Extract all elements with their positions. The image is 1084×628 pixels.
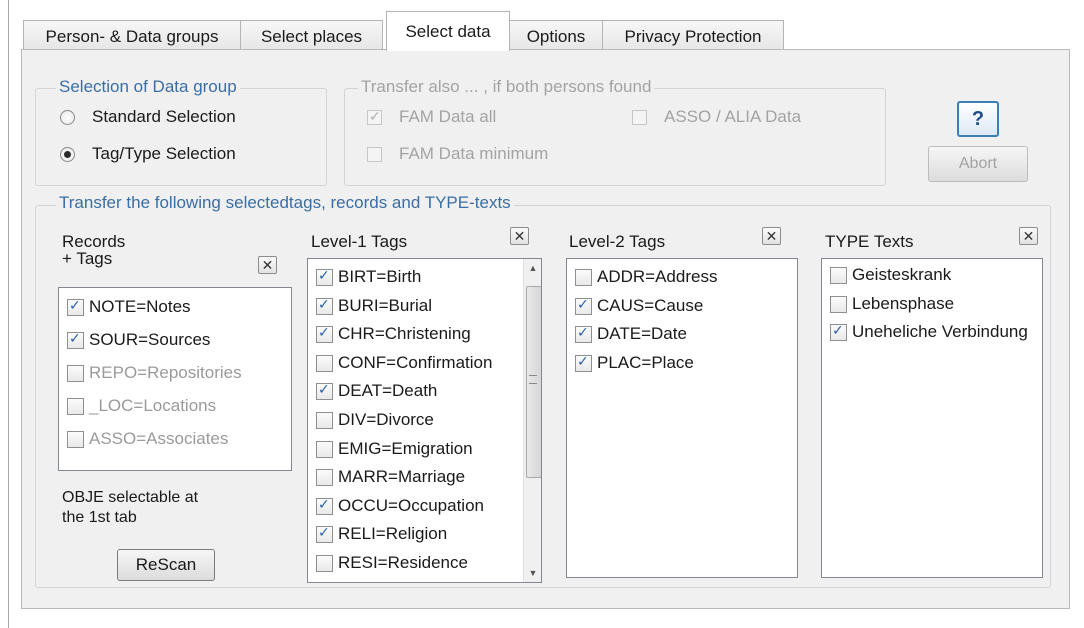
- list-item-label: Lebensphase: [852, 293, 955, 313]
- list-item-label: ADDR=Address: [597, 267, 718, 286]
- list-item-checkbox[interactable]: [575, 324, 592, 344]
- list-item-checkbox[interactable]: [316, 267, 333, 286]
- abort-button[interactable]: Abort: [928, 146, 1028, 182]
- scrollbar-thumb[interactable]: [526, 286, 541, 478]
- tag-type-selection-label[interactable]: Tag/Type Selection: [92, 144, 236, 164]
- standard-selection-label[interactable]: Standard Selection: [92, 107, 236, 127]
- list-item-label: _LOC=Locations: [89, 396, 217, 415]
- tab-person-data-groups[interactable]: Person- & Data groups: [23, 20, 241, 50]
- list-item-checkbox[interactable]: [316, 440, 333, 458]
- list-item-checkbox[interactable]: [830, 267, 847, 284]
- asso-alia-data-label[interactable]: ASSO / ALIA Data: [664, 107, 801, 127]
- list-item-checkbox[interactable]: [575, 353, 592, 372]
- records-clear-button[interactable]: ✕: [258, 256, 277, 274]
- list-item-label: DEAT=Death: [338, 381, 438, 401]
- list-item-label: DIV=Divorce: [338, 410, 434, 429]
- fam-data-minimum-label[interactable]: FAM Data minimum: [399, 144, 548, 164]
- level1-listbox[interactable]: BIRT=Birth BURI=Burial CHR=Christening CONF…: [307, 258, 542, 583]
- list-item-label: SOUR=Sources: [89, 330, 211, 349]
- level1-clear-button[interactable]: ✕: [510, 227, 529, 245]
- list-item-label: BURI=Burial: [338, 295, 433, 315]
- list-item-label: CONF=Confirmation: [338, 352, 493, 372]
- list-item-label: ASSO=Associates: [89, 429, 229, 448]
- list-item-label: MARR=Marriage: [338, 467, 466, 487]
- list-item-label: Uneheliche Verbindung: [852, 322, 1028, 342]
- list-item-checkbox[interactable]: [67, 297, 84, 316]
- list-item-checkbox[interactable]: [67, 398, 84, 415]
- tags-groupbox-title: Transfer the following selectedtags, rec…: [56, 193, 514, 213]
- list-item-label: OCCU=Occupation: [338, 495, 484, 515]
- transfer-also-groupbox-title: Transfer also ... , if both persons foun…: [358, 77, 655, 97]
- list-item-label: DATE=Date: [597, 324, 687, 344]
- scroll-down-arrow-icon[interactable]: ▼: [524, 564, 541, 582]
- rescan-button[interactable]: ReScan: [117, 549, 215, 581]
- selection-groupbox-title: Selection of Data group: [56, 77, 240, 97]
- level2-listbox[interactable]: ADDR=Address CAUS=Cause DATE=Date PLAC=Plac…: [566, 258, 798, 578]
- help-button[interactable]: ?: [957, 101, 999, 137]
- asso-alia-data-checkbox[interactable]: [632, 110, 647, 125]
- list-item-label: RELI=Religion: [338, 524, 448, 544]
- tab-options[interactable]: Options: [509, 20, 603, 50]
- window-edge: [8, 0, 9, 628]
- list-item-label: NOTE=Notes: [89, 297, 191, 316]
- level1-scrollbar[interactable]: ▲ ▼: [523, 259, 541, 582]
- list-item-checkbox[interactable]: [316, 412, 333, 429]
- list-item-checkbox[interactable]: [316, 469, 333, 487]
- obje-note-line2: the 1st tab: [62, 509, 137, 526]
- obje-note-line1: OBJE selectable at: [62, 489, 199, 506]
- list-item-label: PLAC=Place: [597, 352, 694, 372]
- list-item-checkbox[interactable]: [67, 365, 84, 382]
- list-item-checkbox[interactable]: [575, 296, 592, 315]
- list-item-checkbox[interactable]: [316, 496, 333, 515]
- list-item-label: RESI=Residence: [338, 553, 468, 572]
- list-item-checkbox[interactable]: [830, 295, 847, 313]
- list-item-checkbox[interactable]: [316, 555, 333, 572]
- list-item-label: REPO=Repositories: [89, 363, 242, 382]
- type-texts-clear-button[interactable]: ✕: [1019, 227, 1038, 245]
- list-item-checkbox[interactable]: [575, 269, 592, 286]
- fam-data-all-checkbox[interactable]: [367, 108, 382, 125]
- tag-type-selection-radio[interactable]: [60, 147, 75, 162]
- list-item-label: BIRT=Birth: [338, 267, 422, 286]
- list-item-checkbox[interactable]: [316, 324, 333, 344]
- tab-privacy-protection[interactable]: Privacy Protection: [602, 20, 784, 50]
- records-heading-line2: + Tags: [62, 249, 113, 268]
- transfer-also-groupbox: [344, 88, 886, 186]
- list-item-label: CHR=Christening: [338, 324, 471, 344]
- list-item-checkbox[interactable]: [830, 322, 847, 342]
- type-texts-listbox[interactable]: Geisteskrank Lebensphase Uneheliche Verbin…: [821, 258, 1043, 578]
- fam-data-all-label[interactable]: FAM Data all: [399, 107, 496, 127]
- list-item-checkbox[interactable]: [67, 431, 84, 448]
- list-item-label: EMIG=Emigration: [338, 438, 473, 458]
- selection-groupbox: [35, 88, 327, 186]
- tab-panel: Selection of Data group Standard Selecti…: [21, 49, 1070, 609]
- list-item-checkbox[interactable]: [316, 381, 333, 401]
- level1-heading: Level-1 Tags: [311, 232, 408, 251]
- list-item-checkbox[interactable]: [67, 330, 84, 349]
- level2-clear-button[interactable]: ✕: [762, 227, 781, 245]
- list-item-label: Geisteskrank: [852, 265, 952, 284]
- records-listbox[interactable]: NOTE=Notes SOUR=Sources REPO=Repositories _…: [58, 287, 292, 471]
- fam-data-minimum-checkbox[interactable]: [367, 147, 382, 162]
- level2-heading: Level-2 Tags: [569, 232, 666, 251]
- standard-selection-radio[interactable]: [60, 110, 75, 125]
- tab-select-data[interactable]: Select data: [386, 11, 510, 51]
- list-item-checkbox[interactable]: [316, 524, 333, 544]
- list-item-label: CAUS=Cause: [597, 295, 704, 315]
- type-texts-heading: TYPE Texts: [825, 232, 914, 251]
- tab-select-places[interactable]: Select places: [240, 20, 383, 50]
- list-item-checkbox[interactable]: [316, 354, 333, 372]
- scroll-up-arrow-icon[interactable]: ▲: [524, 259, 541, 277]
- list-item-checkbox[interactable]: [316, 296, 333, 315]
